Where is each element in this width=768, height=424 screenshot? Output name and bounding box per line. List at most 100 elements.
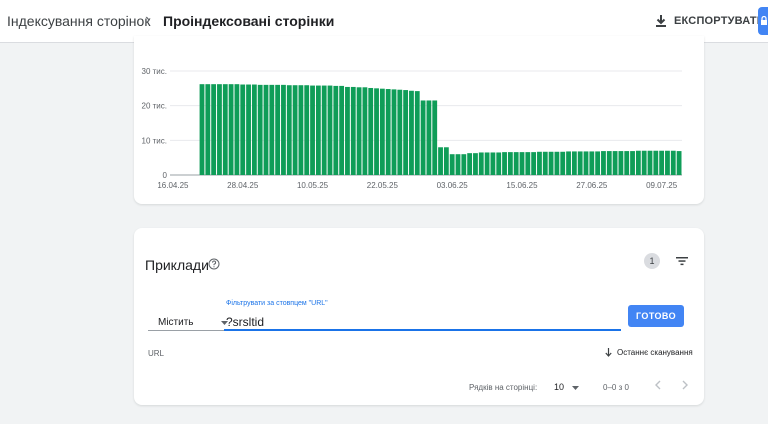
prev-page-icon[interactable] — [650, 377, 666, 393]
bar — [251, 84, 257, 175]
bar — [315, 85, 321, 175]
bar — [542, 151, 548, 175]
bar — [665, 150, 670, 175]
bar — [327, 85, 333, 175]
x-tick-label: 15.06.25 — [506, 181, 538, 190]
account-button[interactable] — [758, 7, 768, 35]
done-button[interactable]: ГОТОВО — [628, 305, 684, 327]
export-label: ЕКСПОРТУВАТИ — [674, 15, 765, 27]
bar — [525, 152, 531, 175]
bar — [217, 84, 222, 175]
bar — [211, 84, 217, 175]
bar — [670, 150, 676, 175]
bar — [391, 89, 397, 175]
bar — [455, 154, 461, 175]
bar — [246, 84, 251, 175]
rows-per-page-select[interactable]: 10 — [552, 380, 582, 394]
bar — [257, 84, 263, 175]
y-tick-label: 10 тис. — [142, 136, 167, 145]
export-button[interactable]: ЕКСПОРТУВАТИ — [654, 12, 765, 30]
bar — [362, 87, 368, 175]
bar — [286, 85, 292, 175]
bar — [379, 88, 385, 175]
bar — [339, 85, 345, 175]
bar — [589, 151, 595, 175]
select-underline — [148, 330, 233, 331]
bar — [420, 100, 426, 175]
bar — [199, 84, 205, 175]
indexed-pages-chart: 0 10 тис. 20 тис. 30 тис. 16.04.25 28.04.25 10… — [142, 67, 682, 190]
column-header-url[interactable]: URL — [148, 349, 164, 358]
filter-icon[interactable] — [675, 254, 689, 268]
bar — [676, 151, 682, 175]
rows-per-page-label: Рядків на сторінці: — [469, 383, 538, 392]
url-filter-label: Фільтрувати за стовпцем "URL" — [226, 300, 328, 307]
url-filter-input[interactable] — [224, 314, 586, 330]
bar — [356, 87, 362, 175]
bar — [281, 84, 286, 175]
help-icon[interactable] — [208, 258, 220, 270]
indexed-pages-chart-card: 0 10 тис. 20 тис. 30 тис. 16.04.25 28.04.25 10… — [134, 36, 704, 204]
bar — [443, 147, 449, 175]
x-tick-label: 10.05.25 — [297, 181, 329, 190]
bar — [409, 90, 414, 175]
bar — [531, 152, 537, 175]
page-title: Проіндексовані сторінки — [163, 13, 335, 29]
bar — [630, 151, 635, 175]
url-filter-field: Фільтрувати за стовпцем "URL" — [224, 300, 621, 331]
bar — [496, 152, 502, 175]
bar — [612, 151, 618, 175]
y-tick-label: 20 тис. — [142, 102, 167, 111]
bar — [659, 150, 665, 175]
bar — [240, 84, 246, 175]
bar — [234, 84, 240, 175]
bar — [275, 84, 281, 175]
lock-icon — [761, 16, 767, 25]
bar — [298, 85, 304, 175]
filter-operator-value: Містить — [158, 317, 194, 328]
bar — [432, 100, 438, 175]
bar — [595, 151, 601, 175]
bar — [304, 85, 310, 175]
column-header-last-scan[interactable]: Останнє сканування — [605, 348, 693, 357]
examples-card: Приклади 1 Містить Фільтрувати за стовпц… — [134, 228, 704, 405]
bar — [473, 153, 478, 175]
filter-count-badge: 1 — [644, 253, 660, 269]
bar — [653, 150, 659, 175]
next-page-icon[interactable] — [677, 377, 693, 393]
bar — [583, 151, 589, 175]
bar — [577, 151, 583, 175]
bar — [548, 151, 554, 175]
filter-underline — [224, 329, 621, 331]
bar — [571, 151, 577, 175]
bar — [438, 147, 443, 175]
bar — [426, 100, 432, 175]
bar — [647, 150, 653, 175]
bar — [292, 85, 298, 175]
breadcrumb-parent[interactable]: Індексування сторінок — [7, 13, 150, 29]
bar — [461, 154, 467, 175]
sort-arrow-down-icon — [605, 348, 612, 357]
bar — [467, 153, 473, 175]
bar — [601, 151, 606, 175]
y-tick-label: 30 тис. — [142, 67, 167, 76]
dropdown-caret-icon — [572, 386, 579, 390]
x-tick-label: 09.07.25 — [646, 181, 678, 190]
filter-operator-select[interactable]: Містить — [148, 309, 233, 331]
bar — [222, 84, 228, 175]
bar — [269, 84, 275, 175]
y-tick-label: 0 — [163, 171, 168, 180]
bar — [385, 89, 391, 175]
bar — [310, 85, 315, 175]
last-scan-label: Останнє сканування — [617, 348, 693, 357]
bar — [641, 150, 647, 175]
bar — [205, 84, 211, 175]
x-tick-label: 22.05.25 — [367, 181, 399, 190]
bar — [449, 154, 455, 175]
bar — [606, 151, 612, 175]
pagination-range: 0–0 з 0 — [603, 383, 629, 392]
x-tick-label: 27.06.25 — [576, 181, 608, 190]
bar — [490, 152, 496, 175]
bar — [374, 88, 379, 175]
bar — [397, 89, 403, 175]
